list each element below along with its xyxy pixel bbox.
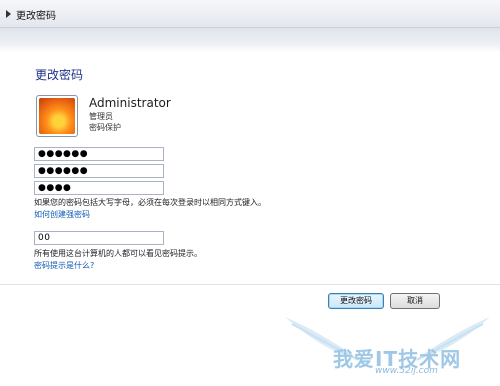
cancel-button[interactable]: 取消 [390,293,440,309]
avatar [36,95,78,137]
password-hint-field[interactable]: 00 [34,231,164,245]
watermark-url: www.52ij.com [375,366,438,376]
user-role: 管理员 [89,112,113,121]
confirm-password-field[interactable]: ●●●● [34,181,164,195]
strong-password-link[interactable]: 如何创建强密码 [34,209,90,220]
divider [0,284,500,285]
chevron-right-icon[interactable] [6,10,11,18]
header-band [0,28,500,52]
page-title: 更改密码 [35,68,84,82]
current-password-field[interactable]: ●●●●●● [34,147,164,161]
navigation-bar: 更改密码 [0,0,500,28]
user-status: 密码保护 [89,123,121,132]
new-password-field[interactable]: ●●●●●● [34,164,164,178]
breadcrumb[interactable]: 更改密码 [16,7,56,22]
user-name: Administrator [89,96,171,110]
flower-icon [39,98,75,134]
case-sensitive-note: 如果您的密码包括大写字母，必须在每次登录时以相同方式键入。 [34,198,266,207]
hint-visible-note: 所有使用这台计算机的人都可以看见密码提示。 [34,249,202,258]
change-password-button[interactable]: 更改密码 [328,293,384,309]
password-hint-link[interactable]: 密码提示是什么? [34,260,94,271]
